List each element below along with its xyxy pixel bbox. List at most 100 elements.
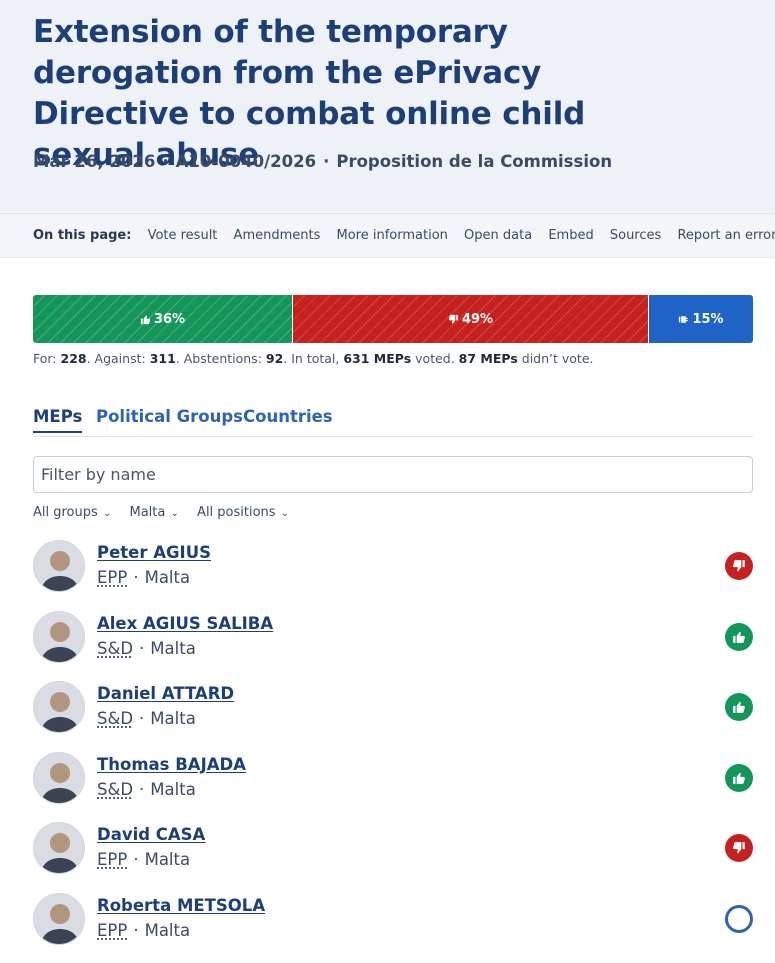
mep-name-link[interactable]: Thomas BAJADA: [97, 755, 246, 774]
mep-group: S&D: [97, 780, 133, 799]
mep-meta: EPP · Malta: [97, 921, 190, 940]
mep-avatar: [33, 540, 85, 592]
mep-name-link[interactable]: Roberta METSOLA: [97, 896, 265, 915]
against-percentage: 49%: [462, 312, 493, 327]
on-this-page-nav: On this page: Vote result Amendments Mor…: [0, 213, 775, 258]
separator: ·: [139, 639, 144, 658]
vote-summary: For: 228. Against: 311. Abstentions: 92.…: [33, 351, 593, 366]
link-vote-result[interactable]: Vote result: [148, 228, 218, 243]
separator: ·: [133, 850, 138, 869]
vote-result-bar: 36% 49% 15%: [33, 295, 753, 343]
link-sources[interactable]: Sources: [610, 228, 661, 243]
mep-meta: S&D · Malta: [97, 780, 196, 799]
page-header: Extension of the temporary derogation fr…: [0, 0, 775, 213]
mep-group: S&D: [97, 639, 133, 658]
mep-meta: EPP · Malta: [97, 568, 190, 587]
mep-meta: S&D · Malta: [97, 639, 196, 658]
mep-meta: EPP · Malta: [97, 850, 190, 869]
vote-for-icon: [725, 693, 753, 721]
position-dropdown[interactable]: All positions ⌄: [197, 505, 289, 520]
vote-reference: A10-0040/2026: [176, 152, 316, 171]
mep-list: Peter AGIUS EPP · Malta Alex AGIUS SALIBA S&D…: [33, 540, 753, 963]
mep-group: S&D: [97, 709, 133, 728]
vote-subline: Mar 26, 2026·A10-0040/2026·Proposition d…: [33, 152, 612, 171]
country-dropdown-value: Malta: [129, 505, 165, 520]
vote-against-icon: [725, 834, 753, 862]
mep-row: Roberta METSOLA EPP · Malta: [33, 893, 753, 963]
mep-row: David CASA EPP · Malta: [33, 822, 753, 893]
result-tabs: MEPs Political Groups Countries: [33, 407, 753, 437]
vote-date: Mar 26, 2026: [33, 152, 155, 171]
separator: ·: [139, 780, 144, 799]
link-amendments[interactable]: Amendments: [234, 228, 321, 243]
abstentions-count: 92: [266, 351, 283, 366]
mep-avatar: [33, 681, 85, 733]
separator: ·: [139, 709, 144, 728]
for-count: 228: [61, 351, 87, 366]
vote-for-icon: [725, 623, 753, 651]
against-label: . Against:: [87, 351, 150, 366]
separator: ·: [133, 568, 138, 587]
thumbs-down-icon: [448, 314, 459, 325]
mep-name-link[interactable]: Peter AGIUS: [97, 543, 211, 562]
mep-group: EPP: [97, 568, 127, 587]
group-dropdown[interactable]: All groups ⌄: [33, 505, 111, 520]
for-label: For:: [33, 351, 61, 366]
tab-political-groups[interactable]: Political Groups: [96, 407, 243, 426]
mep-country: Malta: [150, 639, 196, 658]
total-label: . In total,: [283, 351, 343, 366]
voted-suffix: voted.: [411, 351, 459, 366]
mep-name-link[interactable]: Daniel ATTARD: [97, 684, 234, 703]
mep-avatar: [33, 893, 85, 945]
vote-for-icon: [725, 764, 753, 792]
mep-name-link[interactable]: David CASA: [97, 825, 205, 844]
link-open-data[interactable]: Open data: [464, 228, 532, 243]
mep-avatar: [33, 611, 85, 663]
tab-countries[interactable]: Countries: [243, 407, 333, 426]
abstention-segment: 15%: [649, 295, 753, 343]
mep-country: Malta: [145, 850, 191, 869]
mep-group: EPP: [97, 850, 127, 869]
link-embed[interactable]: Embed: [548, 228, 593, 243]
for-percentage: 36%: [154, 312, 185, 327]
on-this-page-label: On this page:: [33, 228, 131, 243]
mep-country: Malta: [145, 568, 191, 587]
against-count: 311: [150, 351, 176, 366]
mep-row: Thomas BAJADA S&D · Malta: [33, 752, 753, 823]
link-more-information[interactable]: More information: [337, 228, 448, 243]
link-report-error[interactable]: Report an error: [677, 228, 775, 243]
did-not-vote-suffix: didn’t vote.: [518, 351, 594, 366]
abstentions-label: . Abstentions:: [176, 351, 266, 366]
for-segment: 36%: [33, 295, 292, 343]
country-dropdown[interactable]: Malta ⌄: [129, 505, 178, 520]
mep-avatar: [33, 822, 85, 874]
chevron-down-icon: ⌄: [100, 508, 112, 519]
mep-name-link[interactable]: Alex AGIUS SALIBA: [97, 614, 273, 633]
chevron-down-icon: ⌄: [278, 508, 290, 519]
mep-row: Daniel ATTARD S&D · Malta: [33, 681, 753, 752]
mep-row: Alex AGIUS SALIBA S&D · Malta: [33, 611, 753, 682]
did-not-vote-count: 87 MEPs: [459, 351, 518, 366]
vote-procedure: Proposition de la Commission: [336, 152, 612, 171]
mep-country: Malta: [145, 921, 191, 940]
filter-dropdowns: All groups ⌄ Malta ⌄ All positions ⌄: [33, 505, 303, 520]
filter-by-name-input[interactable]: [33, 456, 753, 493]
against-segment: 49%: [293, 295, 648, 343]
mep-meta: S&D · Malta: [97, 709, 196, 728]
separator: ·: [133, 921, 138, 940]
abstention-percentage: 15%: [692, 312, 723, 327]
position-dropdown-value: All positions: [197, 505, 276, 520]
separator: ·: [323, 152, 329, 171]
abstain-hand-icon: [678, 314, 689, 325]
mep-avatar: [33, 752, 85, 804]
mep-group: EPP: [97, 921, 127, 940]
mep-country: Malta: [150, 709, 196, 728]
on-this-page-links: On this page: Vote result Amendments Mor…: [33, 228, 775, 243]
mep-row: Peter AGIUS EPP · Malta: [33, 540, 753, 611]
mep-country: Malta: [150, 780, 196, 799]
tab-meps[interactable]: MEPs: [33, 407, 82, 433]
thumbs-up-icon: [140, 314, 151, 325]
did-not-vote-icon: [725, 905, 753, 933]
group-dropdown-value: All groups: [33, 505, 98, 520]
vote-against-icon: [725, 552, 753, 580]
